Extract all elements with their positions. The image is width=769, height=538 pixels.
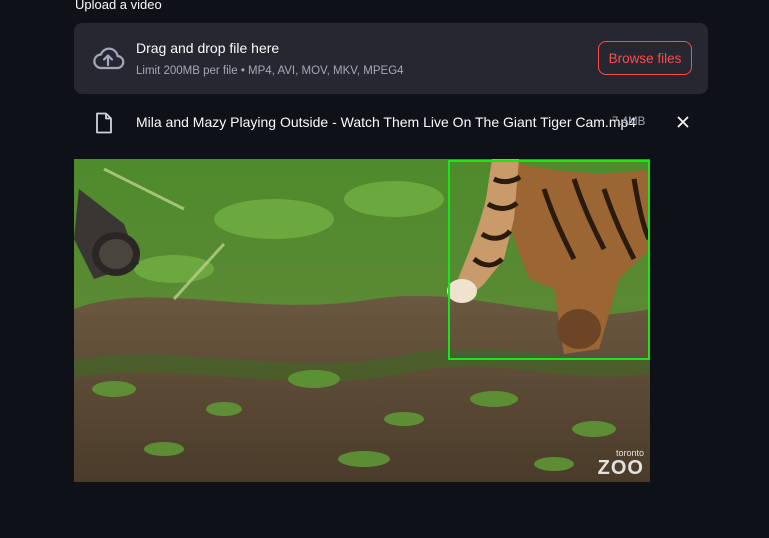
file-name: Mila and Mazy Playing Outside - Watch Th…	[136, 114, 637, 130]
dropzone-title: Drag and drop file here	[136, 40, 280, 56]
video-frame[interactable]: toronto ZOO	[74, 159, 650, 482]
file-dropzone[interactable]: Drag and drop file here Limit 200MB per …	[74, 23, 708, 94]
app-page: Upload a video Drag and drop file here L…	[0, 0, 769, 538]
file-size: 7.4MB	[612, 116, 646, 128]
toronto-zoo-watermark: toronto ZOO	[597, 449, 644, 479]
cloud-upload-icon	[93, 47, 125, 70]
detection-bounding-box	[448, 160, 650, 360]
close-icon[interactable]	[675, 114, 691, 130]
uploaded-file-row: Mila and Mazy Playing Outside - Watch Th…	[74, 104, 708, 140]
file-icon	[96, 112, 112, 134]
watermark-big-text: ZOO	[597, 457, 644, 479]
browse-files-button[interactable]: Browse files	[598, 41, 692, 75]
upload-label: Upload a video	[75, 0, 162, 12]
dropzone-limit-text: Limit 200MB per file • MP4, AVI, MOV, MK…	[136, 65, 404, 77]
